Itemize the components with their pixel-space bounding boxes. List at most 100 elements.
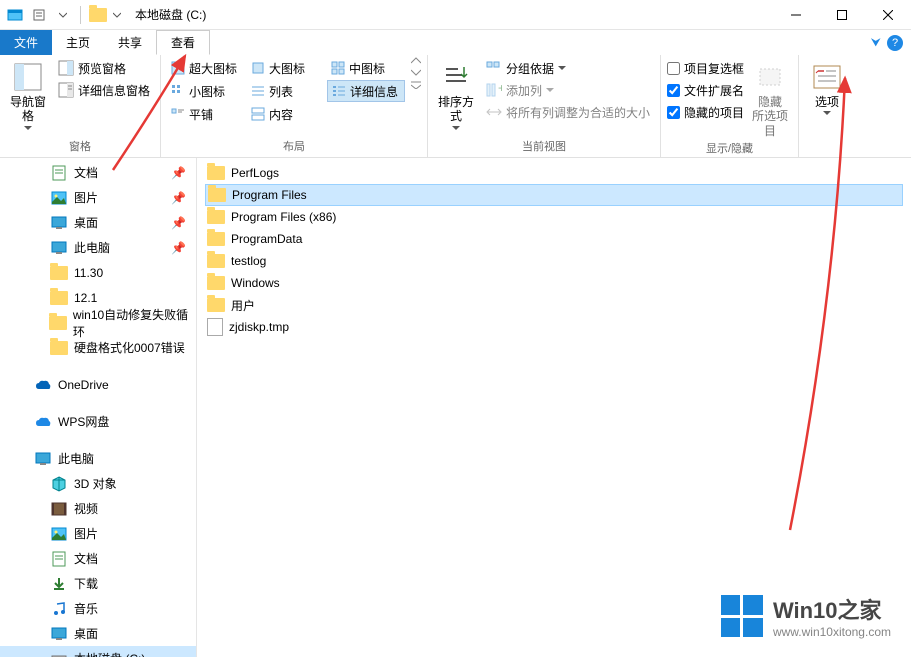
- addcol-button[interactable]: + 添加列: [482, 79, 654, 101]
- nav-item[interactable]: 图片: [0, 521, 196, 546]
- hidden-items-toggle[interactable]: 隐藏的项目: [667, 101, 744, 123]
- file-item[interactable]: Program Files: [205, 184, 903, 206]
- nav-item[interactable]: 桌面: [0, 621, 196, 646]
- folder-icon: [49, 314, 67, 332]
- file-name: Program Files: [232, 188, 307, 202]
- sort-button[interactable]: 排序方式: [434, 57, 478, 131]
- file-list[interactable]: PerfLogs Program Files Program Files (x86)…: [197, 158, 911, 657]
- qat-properties-icon[interactable]: [28, 4, 50, 26]
- file-item[interactable]: testlog: [205, 250, 903, 272]
- nav-item[interactable]: 此电脑 📌: [0, 235, 196, 260]
- nav-item[interactable]: 此电脑: [0, 446, 196, 471]
- layout-lg-button[interactable]: 大图标: [247, 57, 325, 79]
- tab-view[interactable]: 查看: [156, 30, 210, 55]
- tab-home[interactable]: 主页: [52, 30, 104, 55]
- download-icon: [50, 575, 68, 593]
- pc-icon: [50, 239, 68, 257]
- layout-list-button[interactable]: 列表: [247, 80, 325, 102]
- nav-item[interactable]: WPS网盘: [0, 409, 196, 434]
- navigation-pane[interactable]: 文档📌图片📌桌面📌此电脑📌11.3012.1win10自动修复失败循环硬盘格式化…: [0, 158, 197, 657]
- nav-item-label: 视频: [74, 500, 98, 517]
- folder-icon: [87, 4, 109, 26]
- group-layout: 超大图标 大图标 中图标 小图标 列表 详细信息 平铺 内容 布局: [161, 55, 428, 157]
- onedrive-icon: [34, 376, 52, 394]
- minimize-ribbon-icon[interactable]: ⮟: [871, 35, 881, 50]
- nav-item[interactable]: 3D 对象: [0, 471, 196, 496]
- file-item[interactable]: PerfLogs: [205, 162, 903, 184]
- options-button[interactable]: 选项: [805, 57, 849, 116]
- qat-chevron-icon[interactable]: [111, 4, 123, 26]
- file-name: testlog: [231, 254, 266, 268]
- nav-item-label: 11.30: [74, 266, 103, 280]
- nav-item-label: 图片: [74, 189, 98, 206]
- nav-pane-button[interactable]: 导航窗格: [6, 57, 50, 131]
- file-name: ProgramData: [231, 232, 302, 246]
- nav-item-label: 此电脑: [74, 239, 110, 256]
- layout-details-button[interactable]: 详细信息: [327, 80, 405, 102]
- nav-item[interactable]: 图片📌: [0, 185, 196, 210]
- watermark-title: Win10之家: [773, 593, 891, 625]
- nav-item[interactable]: 文档📌: [0, 160, 196, 185]
- file-item[interactable]: 用户: [205, 294, 903, 316]
- nav-item[interactable]: 文档: [0, 546, 196, 571]
- nav-item[interactable]: win10自动修复失败循环: [0, 310, 196, 335]
- nav-item-label: WPS网盘: [58, 413, 109, 430]
- folder-icon: [207, 166, 225, 180]
- maximize-button[interactable]: [819, 0, 865, 30]
- hide-selected-button[interactable]: 隐藏 所选项目: [748, 57, 792, 138]
- nav-item[interactable]: 硬盘格式化0007错误: [0, 335, 196, 360]
- layout-sm-button[interactable]: 小图标: [167, 80, 245, 102]
- nav-item[interactable]: 本地磁盘 (C:): [0, 646, 196, 657]
- group-panes: 导航窗格 预览窗格 详细信息窗格 窗格: [0, 55, 161, 157]
- help-icon[interactable]: ?: [887, 35, 903, 51]
- layout-xl-button[interactable]: 超大图标: [167, 57, 245, 79]
- window-title: 本地磁盘 (C:): [135, 6, 206, 23]
- groupby-button[interactable]: 分组依据: [482, 57, 654, 79]
- nav-item-label: 本地磁盘 (C:): [74, 650, 145, 657]
- details-pane-button[interactable]: 详细信息窗格: [54, 79, 154, 101]
- doc-icon: [50, 164, 68, 182]
- item-checkboxes-toggle[interactable]: 项目复选框: [667, 57, 744, 79]
- nav-item-label: OneDrive: [58, 378, 109, 392]
- nav-item-label: 图片: [74, 525, 98, 542]
- file-ext-toggle[interactable]: 文件扩展名: [667, 79, 744, 101]
- desktop-icon: [50, 214, 68, 232]
- file-item[interactable]: Windows: [205, 272, 903, 294]
- pin-icon: 📌: [171, 241, 196, 255]
- nav-item[interactable]: 音乐: [0, 596, 196, 621]
- folder-icon: [207, 276, 225, 290]
- scroll-down-icon[interactable]: [411, 69, 421, 77]
- quick-access-toolbar: [0, 4, 127, 26]
- file-item[interactable]: zjdiskp.tmp: [205, 316, 903, 338]
- file-name: Program Files (x86): [231, 210, 336, 224]
- folder-icon: [207, 232, 225, 246]
- nav-item-label: 桌面: [74, 214, 98, 231]
- nav-item[interactable]: OneDrive: [0, 372, 196, 397]
- nav-item[interactable]: 桌面📌: [0, 210, 196, 235]
- file-item[interactable]: ProgramData: [205, 228, 903, 250]
- layout-md-button[interactable]: 中图标: [327, 57, 405, 79]
- qat-dropdown-icon[interactable]: [52, 4, 74, 26]
- 3d-icon: [50, 475, 68, 493]
- tab-file[interactable]: 文件: [0, 30, 52, 55]
- nav-item[interactable]: 视频: [0, 496, 196, 521]
- fitcols-button[interactable]: 将所有列调整为合适的大小: [482, 101, 654, 123]
- scroll-up-icon[interactable]: [411, 57, 421, 65]
- nav-item[interactable]: 11.30: [0, 260, 196, 285]
- group-label-layout: 布局: [167, 136, 421, 157]
- nav-item-label: 3D 对象: [74, 475, 117, 492]
- tab-share[interactable]: 共享: [104, 30, 156, 55]
- expand-icon[interactable]: [411, 81, 421, 89]
- preview-pane-button[interactable]: 预览窗格: [54, 57, 154, 79]
- titlebar: 本地磁盘 (C:): [0, 0, 911, 30]
- layout-tiles-button[interactable]: 平铺: [167, 103, 245, 125]
- nav-item[interactable]: 下载: [0, 571, 196, 596]
- wps-icon: [34, 413, 52, 431]
- close-button[interactable]: [865, 0, 911, 30]
- pic-icon: [50, 189, 68, 207]
- file-item[interactable]: Program Files (x86): [205, 206, 903, 228]
- layout-content-button[interactable]: 内容: [247, 103, 325, 125]
- watermark: Win10之家 www.win10xitong.com: [721, 593, 891, 639]
- minimize-button[interactable]: [773, 0, 819, 30]
- folder-icon: [50, 289, 68, 307]
